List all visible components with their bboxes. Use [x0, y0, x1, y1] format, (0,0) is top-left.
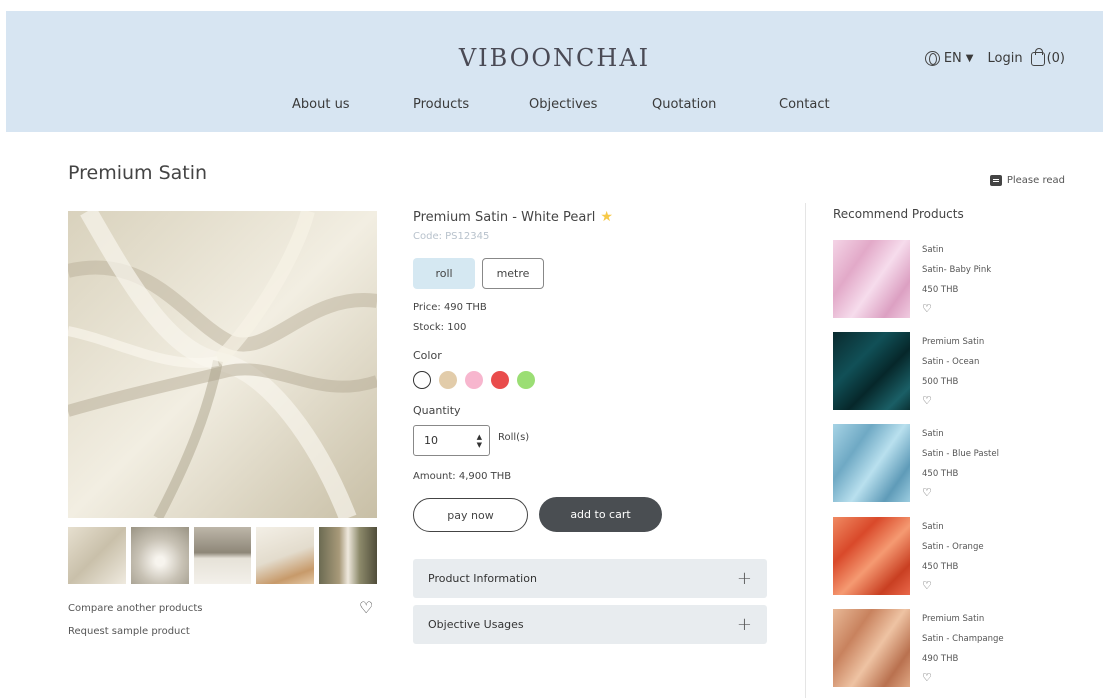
page-title: Premium Satin	[68, 162, 208, 184]
recommend-item[interactable]: Satin Satin - Orange 450 THB ♡	[833, 517, 1073, 595]
recommend-name[interactable]: Satin- Baby Pink	[922, 260, 991, 280]
thumbnail-5[interactable]	[319, 527, 377, 584]
recommend-price: 450 THB	[922, 285, 959, 295]
arrow-up-icon[interactable]: ▲	[477, 433, 482, 441]
compare-products-link[interactable]: Compare another products	[68, 603, 203, 614]
recommend-image[interactable]	[833, 517, 910, 595]
please-read-link[interactable]: Please read	[989, 175, 1065, 186]
recommend-info: Premium Satin Satin - Ocean 500 THB	[922, 332, 984, 392]
thumbnail-3[interactable]	[193, 527, 252, 584]
recommend-image[interactable]	[833, 609, 910, 687]
product-price: Price: 490 THB	[413, 302, 487, 313]
plus-icon[interactable]: +	[737, 568, 752, 589]
add-to-cart-button[interactable]: add to cart	[539, 497, 662, 532]
request-sample-link[interactable]: Request sample product	[68, 626, 190, 637]
shopping-bag-icon[interactable]	[1030, 48, 1045, 66]
accordion-product-information[interactable]: Product Information +	[413, 559, 767, 598]
recommend-info: Satin Satin- Baby Pink 450 THB	[922, 240, 991, 300]
note-icon	[989, 175, 1002, 186]
amount-total: Amount: 4,900 THB	[413, 471, 512, 482]
recommend-name[interactable]: Satin - Ocean	[922, 352, 984, 372]
column-divider	[805, 203, 806, 698]
product-stock: Stock: 100	[413, 322, 467, 333]
color-swatch-pink[interactable]	[465, 371, 483, 389]
quantity-label: Quantity	[413, 404, 461, 417]
recommend-item[interactable]: Premium Satin Satin - Champange 490 THB …	[833, 609, 1073, 687]
satin-fabric-illustration	[68, 211, 377, 518]
color-swatch-white[interactable]	[413, 371, 431, 389]
recommend-price: 500 THB	[922, 377, 959, 387]
recommend-image[interactable]	[833, 332, 910, 410]
plus-icon[interactable]: +	[737, 614, 752, 635]
main-product-image[interactable]	[68, 211, 377, 518]
accordion-label: Objective Usages	[428, 618, 524, 631]
color-swatches	[413, 371, 535, 389]
recommend-category: Satin	[922, 429, 944, 439]
color-swatch-green[interactable]	[517, 371, 535, 389]
recommend-category: Satin	[922, 245, 944, 255]
thumbnail-4[interactable]	[256, 527, 315, 584]
product-name-text: Premium Satin - White Pearl	[413, 209, 596, 225]
recommend-category: Premium Satin	[922, 337, 985, 347]
wishlist-heart-icon[interactable]: ♡	[359, 600, 373, 616]
recommend-name[interactable]: Satin - Blue Pastel	[922, 444, 999, 464]
pay-now-button[interactable]: pay now	[413, 498, 528, 532]
please-read-label: Please read	[1006, 175, 1065, 186]
heart-icon[interactable]: ♡	[922, 487, 932, 498]
recommend-price: 490 THB	[922, 654, 959, 664]
site-header: VIBOONCHAI About us Products Objectives …	[6, 11, 1103, 132]
quantity-unit: Roll(s)	[498, 432, 530, 443]
accordion-objective-usages[interactable]: Objective Usages +	[413, 605, 767, 644]
recommend-price: 450 THB	[922, 562, 959, 572]
thumbnail-strip	[68, 527, 377, 584]
cart-count[interactable]: (0)	[1047, 51, 1065, 66]
star-icon[interactable]: ★	[600, 209, 613, 225]
heart-icon[interactable]: ♡	[922, 580, 932, 591]
login-link[interactable]: Login	[988, 51, 1023, 66]
nav-products[interactable]: Products	[413, 97, 469, 112]
quantity-stepper[interactable]: 10 ▲ ▼	[413, 425, 490, 456]
color-swatch-red[interactable]	[491, 371, 509, 389]
heart-icon[interactable]: ♡	[922, 395, 932, 406]
recommend-info: Premium Satin Satin - Champange 490 THB	[922, 609, 1004, 669]
recommend-info: Satin Satin - Blue Pastel 450 THB	[922, 424, 999, 484]
globe-icon[interactable]	[924, 50, 940, 66]
recommend-title: Recommend Products	[833, 207, 964, 221]
thumbnail-1[interactable]	[68, 527, 126, 584]
recommend-info: Satin Satin - Orange 450 THB	[922, 517, 984, 577]
unit-roll-button[interactable]: roll	[413, 258, 475, 289]
recommend-item[interactable]: Satin Satin- Baby Pink 450 THB ♡	[833, 240, 1073, 318]
quantity-value[interactable]: 10	[424, 434, 438, 447]
heart-icon[interactable]: ♡	[922, 672, 932, 683]
recommend-name[interactable]: Satin - Champange	[922, 629, 1004, 649]
recommend-item[interactable]: Satin Satin - Blue Pastel 450 THB ♡	[833, 424, 1073, 502]
color-swatch-beige[interactable]	[439, 371, 457, 389]
language-selector[interactable]: EN	[944, 51, 962, 66]
nav-objectives[interactable]: Objectives	[529, 97, 597, 112]
nav-quotation[interactable]: Quotation	[652, 97, 716, 112]
product-name: Premium Satin - White Pearl ★	[413, 209, 613, 225]
recommend-category: Satin	[922, 522, 944, 532]
accordion-label: Product Information	[428, 572, 537, 585]
arrow-down-icon[interactable]: ▼	[477, 441, 482, 449]
nav-about-us[interactable]: About us	[292, 97, 350, 112]
recommend-name[interactable]: Satin - Orange	[922, 537, 984, 557]
recommend-category: Premium Satin	[922, 614, 985, 624]
color-label: Color	[413, 349, 442, 362]
unit-metre-button[interactable]: metre	[482, 258, 544, 289]
header-actions: EN ▼ Login (0)	[924, 48, 1065, 66]
recommend-price: 450 THB	[922, 469, 959, 479]
recommend-image[interactable]	[833, 240, 910, 318]
recommend-image[interactable]	[833, 424, 910, 502]
caret-down-icon[interactable]: ▼	[966, 53, 974, 64]
nav-contact[interactable]: Contact	[779, 97, 830, 112]
product-code: Code: PS12345	[413, 231, 490, 242]
main-nav: About us Products Objectives Quotation C…	[6, 97, 1103, 117]
heart-icon[interactable]: ♡	[922, 303, 932, 314]
recommend-item[interactable]: Premium Satin Satin - Ocean 500 THB ♡	[833, 332, 1073, 410]
thumbnail-2[interactable]	[130, 527, 189, 584]
stepper-arrows[interactable]: ▲ ▼	[477, 433, 482, 449]
